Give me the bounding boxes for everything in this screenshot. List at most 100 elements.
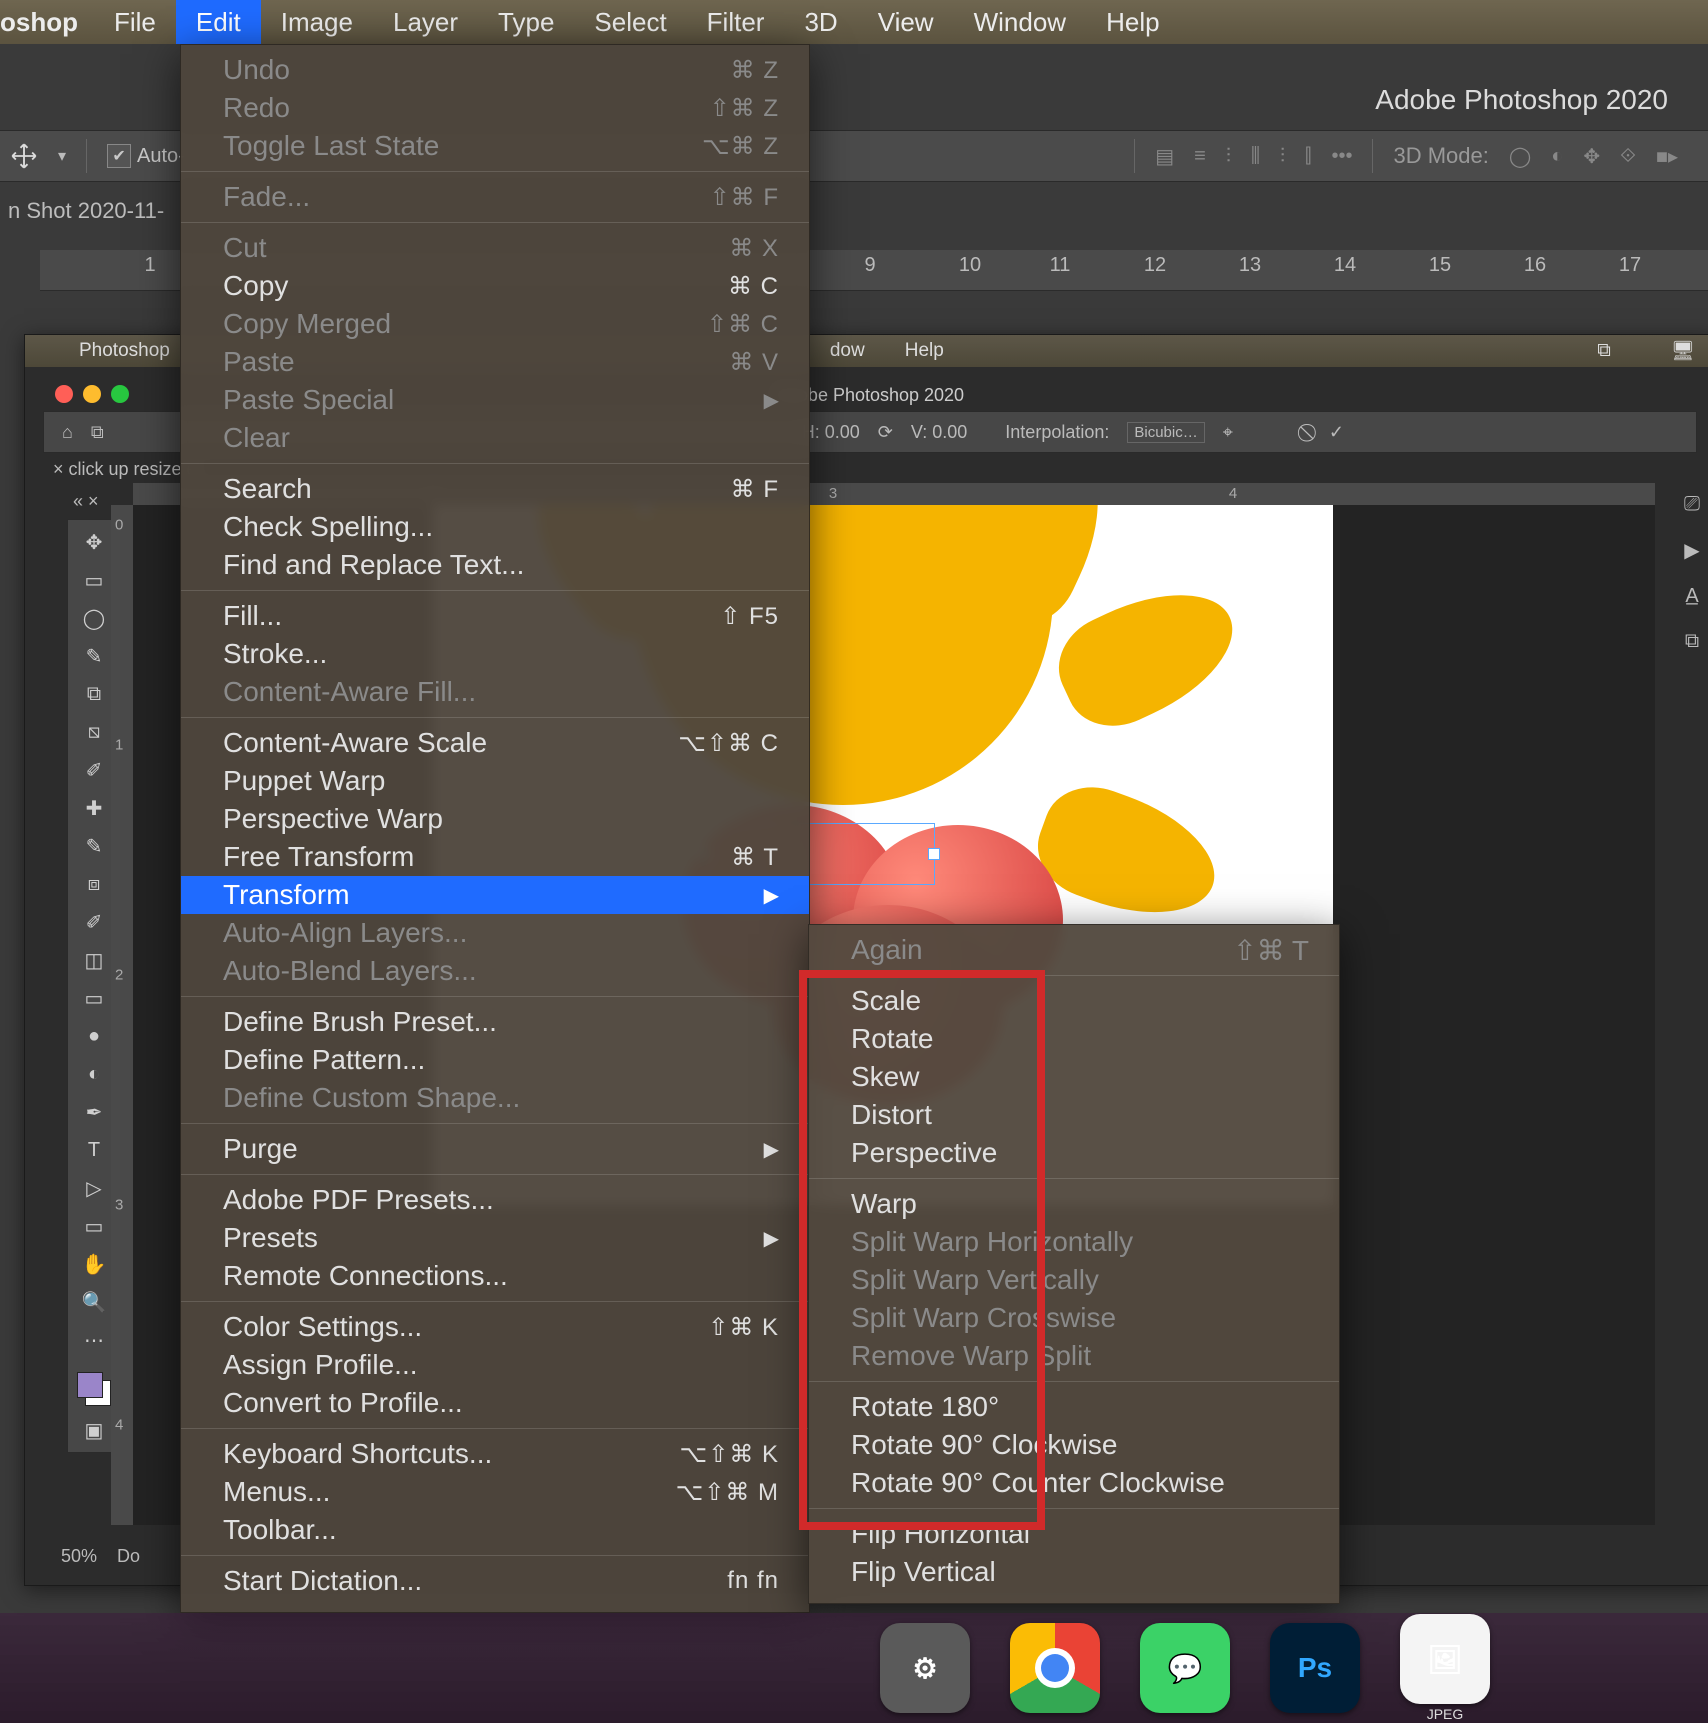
edit-menu-item-convert-to-profile[interactable]: Convert to Profile... <box>181 1384 809 1422</box>
photoshop-icon[interactable]: Ps <box>1270 1623 1360 1713</box>
edit-menu-item-presets[interactable]: Presets▶ <box>181 1219 809 1257</box>
hand-tool-icon[interactable]: ✋ <box>77 1250 111 1278</box>
align-center-icon[interactable]: ≡ <box>1194 145 1206 168</box>
transform-item-perspective[interactable]: Perspective <box>809 1134 1339 1172</box>
menu-layer[interactable]: Layer <box>373 0 478 44</box>
path-select-tool-icon[interactable]: ▷ <box>77 1174 111 1202</box>
camera-3d-icon[interactable]: ■▸ <box>1656 144 1678 169</box>
eyedropper-tool-icon[interactable]: ✐ <box>77 756 111 784</box>
edit-menu-item-toolbar[interactable]: Toolbar... <box>181 1511 809 1549</box>
monitor-icon[interactable]: 🖥 <box>1671 339 1695 363</box>
roll-3d-icon[interactable]: ◐ <box>1551 145 1563 168</box>
edit-menu-item-search[interactable]: Search⌘ F <box>181 470 809 508</box>
zoom-tool-icon[interactable]: 🔍 <box>77 1288 111 1316</box>
interpolation-dropdown[interactable]: Bicubic… <box>1127 422 1204 443</box>
slide-3d-icon[interactable]: ⟐ <box>1620 145 1636 168</box>
bg-document-tab[interactable]: × click up resize e <box>53 459 197 480</box>
menu-edit[interactable]: Edit <box>176 0 261 44</box>
paragraph-panel-icon[interactable]: ⧉ <box>1685 630 1699 653</box>
transform-item-distort[interactable]: Distort <box>809 1096 1339 1134</box>
quick-select-tool-icon[interactable]: ✎ <box>77 642 111 670</box>
settings-icon[interactable]: ⚙︎ <box>880 1623 970 1713</box>
transform-item-flip-vertical[interactable]: Flip Vertical <box>809 1553 1339 1591</box>
menu-type[interactable]: Type <box>478 0 574 44</box>
healing-brush-tool-icon[interactable]: ✚ <box>77 794 111 822</box>
edit-menu-item-find-and-replace-text[interactable]: Find and Replace Text... <box>181 546 809 584</box>
edit-menu-item-assign-profile[interactable]: Assign Profile... <box>181 1346 809 1384</box>
edit-menu-item-color-settings[interactable]: Color Settings...⇧⌘ K <box>181 1308 809 1346</box>
dodge-tool-icon[interactable]: ◐ <box>77 1060 111 1088</box>
align-top-icon[interactable]: ⫶ <box>1226 145 1231 168</box>
frame-tool-icon[interactable]: ⧅ <box>77 718 111 746</box>
edit-menu-item-free-transform[interactable]: Free Transform⌘ T <box>181 838 809 876</box>
dock-app-chrome[interactable] <box>1010 1623 1100 1713</box>
history-brush-tool-icon[interactable]: ✐ <box>77 908 111 936</box>
clone-stamp-tool-icon[interactable]: ⧈ <box>77 870 111 898</box>
crop-icon[interactable]: ⧉ <box>91 422 104 443</box>
menu-view[interactable]: View <box>858 0 954 44</box>
edit-menu-item-stroke[interactable]: Stroke... <box>181 635 809 673</box>
messages-icon[interactable]: 💬 <box>1140 1623 1230 1713</box>
edit-menu-item-check-spelling[interactable]: Check Spelling... <box>181 508 809 546</box>
edit-menu-item-remote-connections[interactable]: Remote Connections... <box>181 1257 809 1295</box>
align-left-icon[interactable]: ▤ <box>1155 144 1174 169</box>
transform-item-rotate-90-counter-clockwise[interactable]: Rotate 90° Counter Clockwise <box>809 1464 1339 1502</box>
edit-menu-item-copy[interactable]: Copy⌘ C <box>181 267 809 305</box>
chrome-icon[interactable] <box>1010 1623 1100 1713</box>
align-vcenter-icon[interactable]: ⫼ <box>1251 145 1260 168</box>
distribute-icon[interactable]: ⫿ <box>1305 145 1311 168</box>
edit-menu-item-puppet-warp[interactable]: Puppet Warp <box>181 762 809 800</box>
home-icon[interactable]: ⌂ <box>62 422 73 443</box>
dock-app-settings[interactable]: ⚙︎ <box>880 1623 970 1713</box>
transform-item-warp[interactable]: Warp <box>809 1185 1339 1223</box>
edit-menu-item-define-brush-preset[interactable]: Define Brush Preset... <box>181 1003 809 1041</box>
marquee-tool-icon[interactable]: ▭ <box>77 566 111 594</box>
edit-menu-item-transform[interactable]: Transform▶ <box>181 876 809 914</box>
eraser-tool-icon[interactable]: ◫ <box>77 946 111 974</box>
gradient-tool-icon[interactable]: ▭ <box>77 984 111 1012</box>
brush-tool-icon[interactable]: ✎ <box>77 832 111 860</box>
edit-toolbar-icon[interactable]: ⋯ <box>77 1326 111 1354</box>
edit-menu-item-start-dictation[interactable]: Start Dictation...fn fn <box>181 1562 809 1600</box>
auto-select-checkbox[interactable]: ✔Auto- <box>107 144 185 168</box>
edit-menu-item-define-pattern[interactable]: Define Pattern... <box>181 1041 809 1079</box>
toolbar-collapse-icon[interactable]: « × <box>73 491 99 512</box>
edit-menu-item-adobe-pdf-presets[interactable]: Adobe PDF Presets... <box>181 1181 809 1219</box>
tool-preset-dropdown-icon[interactable]: ▾ <box>58 146 66 166</box>
menu-help[interactable]: Help <box>1086 0 1179 44</box>
commit-transform-icon[interactable]: ✓ <box>1329 422 1344 443</box>
character-panel-icon[interactable]: A̲ <box>1685 585 1698 608</box>
dock-app-photoshop[interactable]: Ps <box>1270 1623 1360 1713</box>
document-tab[interactable]: n Shot 2020-11- <box>0 196 164 226</box>
transform-handle[interactable] <box>928 848 940 860</box>
edit-menu-item-fill[interactable]: Fill...⇧ F5 <box>181 597 809 635</box>
menu-image[interactable]: Image <box>261 0 373 44</box>
blur-tool-icon[interactable]: ● <box>77 1022 111 1050</box>
color-swatches[interactable] <box>77 1372 111 1406</box>
pan-3d-icon[interactable]: ✥ <box>1583 144 1600 169</box>
edit-menu-item-purge[interactable]: Purge▶ <box>181 1130 809 1168</box>
menu-file[interactable]: File <box>94 0 176 44</box>
pen-tool-icon[interactable]: ✒ <box>77 1098 111 1126</box>
shape-tool-icon[interactable]: ▭ <box>77 1212 111 1240</box>
link-icon[interactable]: ⟳ <box>878 422 893 443</box>
menu-window[interactable]: Window <box>954 0 1086 44</box>
dropbox-icon[interactable]: ⧉ <box>1597 340 1611 362</box>
menu-filter[interactable]: Filter <box>687 0 785 44</box>
zoom-level[interactable]: 50% Do <box>61 1546 140 1567</box>
actions-panel-icon[interactable]: ▶ <box>1684 538 1699 563</box>
more-options-icon[interactable]: ••• <box>1331 145 1352 168</box>
edit-menu-item-content-aware-scale[interactable]: Content-Aware Scale⌥⇧⌘ C <box>181 724 809 762</box>
quick-mask-icon[interactable]: ▣ <box>77 1416 111 1444</box>
dock-app-messages[interactable]: 💬 <box>1140 1623 1230 1713</box>
edit-menu-item-perspective-warp[interactable]: Perspective Warp <box>181 800 809 838</box>
menu-3d[interactable]: 3D <box>784 0 857 44</box>
orbit-3d-icon[interactable]: ◯ <box>1509 144 1531 169</box>
move-tool-icon[interactable] <box>10 142 38 170</box>
transform-item-rotate[interactable]: Rotate <box>809 1020 1339 1058</box>
type-tool-icon[interactable]: T <box>77 1136 111 1164</box>
transform-item-scale[interactable]: Scale <box>809 982 1339 1020</box>
jpeg-icon[interactable]: 🖼 <box>1400 1614 1490 1704</box>
menu-select[interactable]: Select <box>574 0 686 44</box>
transform-item-rotate-90-clockwise[interactable]: Rotate 90° Clockwise <box>809 1426 1339 1464</box>
